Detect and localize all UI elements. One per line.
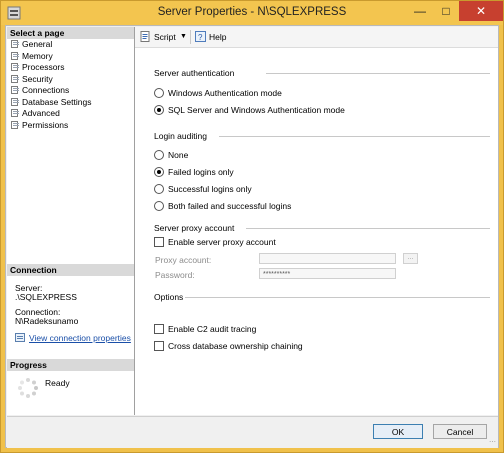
- radio-button[interactable]: [154, 150, 164, 160]
- options-title: Options: [154, 292, 184, 302]
- login-auditing-title: Login auditing: [154, 131, 207, 141]
- connection-header: Connection: [7, 264, 134, 276]
- page-item-label: Processors: [22, 62, 65, 72]
- page-icon: [11, 120, 19, 129]
- proxy-account-label: Proxy account:: [155, 255, 212, 265]
- divider: [266, 73, 490, 74]
- checkbox-box[interactable]: [154, 237, 164, 247]
- server-value: .\SQLEXPRESS: [15, 292, 77, 302]
- progress-status: Ready: [45, 378, 70, 388]
- left-pane: Select a page General Memory Processors Sec…: [7, 27, 135, 415]
- page-item-label: Permissions: [22, 119, 69, 130]
- password-label: Password:: [155, 270, 195, 280]
- progress-header: Progress: [7, 359, 134, 371]
- title-bar[interactable]: Server Properties - N\SQLEXPRESS — □ ✕: [1, 1, 503, 25]
- radio-label: None: [168, 150, 189, 160]
- page-item-advanced[interactable]: Advanced: [11, 108, 60, 119]
- page-item-label: Advanced: [22, 108, 60, 118]
- page-icon: [11, 86, 19, 94]
- help-button[interactable]: Help: [209, 31, 226, 43]
- cancel-button[interactable]: Cancel: [433, 424, 487, 439]
- radio-label: Windows Authentication mode: [168, 88, 282, 98]
- radio-button[interactable]: [154, 88, 164, 98]
- page-item-memory[interactable]: Memory: [11, 51, 53, 62]
- server-authentication-title: Server authentication: [154, 68, 235, 78]
- page-icon: [11, 97, 19, 106]
- close-icon[interactable]: ✕: [459, 1, 503, 21]
- radio-label: Both failed and successful logins: [168, 201, 292, 211]
- svg-text:?: ?: [198, 33, 203, 42]
- radio-label: Failed logins only: [168, 167, 234, 177]
- select-page-header: Select a page: [7, 27, 134, 39]
- page-item-processors[interactable]: Processors: [11, 62, 65, 73]
- server-properties-window: Server Properties - N\SQLEXPRESS — □ ✕ S…: [0, 0, 504, 453]
- page-icon: [11, 40, 19, 48]
- connection-value: N\Radeksunamo: [15, 316, 79, 326]
- script-icon: [140, 31, 150, 42]
- page-item-general[interactable]: General: [11, 39, 52, 50]
- page-item-label: Memory: [22, 50, 53, 61]
- proxy-account-field[interactable]: [259, 253, 396, 264]
- view-connection-properties-link[interactable]: View connection properties: [29, 333, 131, 343]
- divider: [246, 228, 490, 229]
- radio-button[interactable]: [154, 184, 164, 194]
- divider: [185, 297, 490, 298]
- button-bar: OK Cancel ⋯: [7, 416, 498, 448]
- page-item-label: Security: [22, 73, 53, 84]
- page-item-label: Database Settings: [22, 96, 92, 107]
- right-pane: Script ▼ ? Help Server authentication Wi…: [135, 27, 498, 415]
- server-proxy-account-title: Server proxy account: [154, 223, 235, 233]
- radio-selected-dot: [157, 170, 161, 174]
- toolbar-separator: [190, 30, 191, 44]
- radio-button[interactable]: [154, 105, 164, 115]
- page-item-connections[interactable]: Connections: [11, 85, 69, 96]
- page-item-security[interactable]: Security: [11, 74, 53, 85]
- page-icon: [11, 109, 19, 117]
- page-item-database-settings[interactable]: Database Settings: [11, 97, 91, 108]
- checkbox-box[interactable]: [154, 324, 164, 334]
- c2-audit-tracing-label: Enable C2 audit tracing: [168, 324, 257, 334]
- page-item-label: General: [22, 39, 53, 49]
- script-button[interactable]: Script: [154, 31, 176, 43]
- password-field[interactable]: **********: [259, 268, 396, 279]
- page-item-label: Connections: [22, 85, 70, 95]
- radio-selected-dot: [157, 108, 161, 112]
- maximize-icon[interactable]: □: [433, 1, 459, 21]
- page-icon: [11, 51, 19, 60]
- enable-proxy-account-label: Enable server proxy account: [168, 237, 276, 247]
- progress-spinner-icon: [18, 378, 38, 398]
- radio-label: SQL Server and Windows Authentication mo…: [168, 105, 345, 115]
- connection-properties-icon: [15, 333, 25, 342]
- radio-label: Successful logins only: [168, 184, 252, 194]
- dropdown-arrow-icon[interactable]: ▼: [180, 31, 187, 43]
- toolbar: Script ▼ ? Help: [135, 27, 498, 48]
- minimize-icon[interactable]: —: [407, 1, 433, 21]
- help-icon: ?: [195, 31, 206, 42]
- page-item-permissions[interactable]: Permissions: [11, 120, 68, 131]
- browse-proxy-account-button[interactable]: ...: [403, 253, 418, 264]
- page-icon: [11, 63, 19, 71]
- resize-grip-icon[interactable]: ⋯: [489, 438, 496, 446]
- page-icon: [11, 74, 19, 83]
- divider: [219, 136, 490, 137]
- checkbox-box[interactable]: [154, 341, 164, 351]
- cross-db-ownership-label: Cross database ownership chaining: [168, 341, 303, 351]
- dialog-client: Select a page General Memory Processors Sec…: [5, 25, 499, 448]
- ok-button[interactable]: OK: [373, 424, 423, 439]
- radio-button[interactable]: [154, 201, 164, 211]
- radio-button[interactable]: [154, 167, 164, 177]
